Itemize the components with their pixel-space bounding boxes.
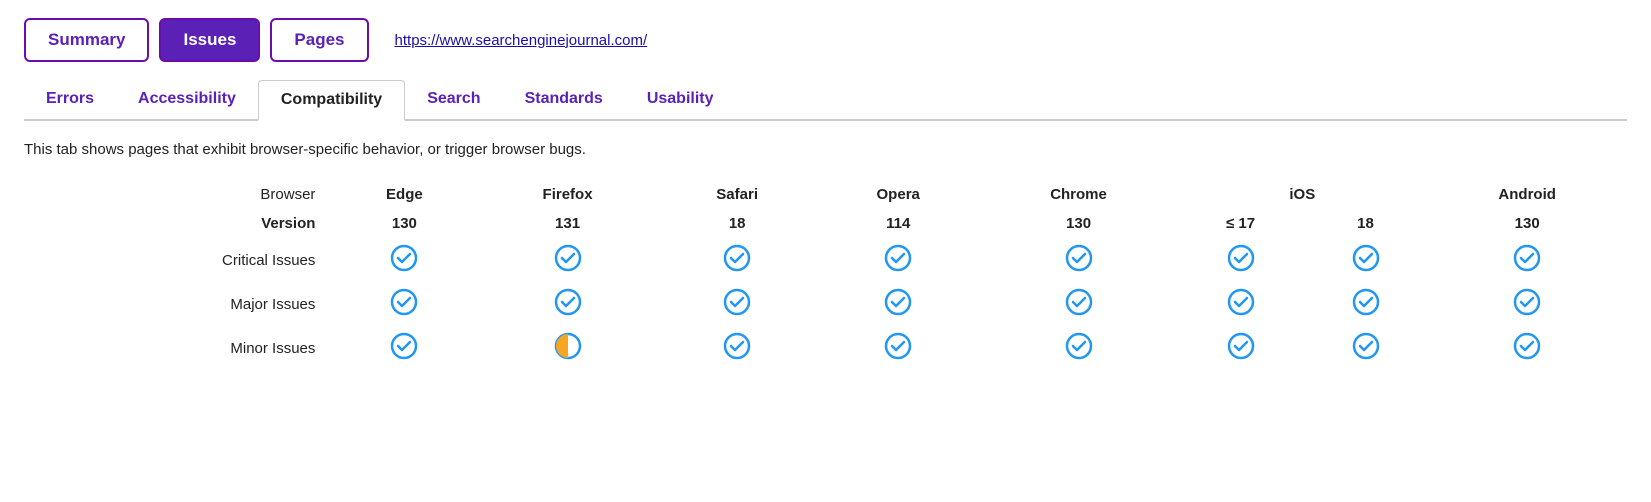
version-label: Version	[24, 209, 331, 238]
browser-chrome: Chrome	[980, 180, 1178, 209]
summary-button[interactable]: Summary	[24, 18, 149, 62]
critical-firefox	[477, 238, 657, 282]
opera-version: 114	[817, 209, 980, 238]
tab-bar: Errors Accessibility Compatibility Searc…	[24, 80, 1627, 121]
tab-compatibility[interactable]: Compatibility	[258, 80, 405, 121]
firefox-version: 131	[477, 209, 657, 238]
critical-edge	[331, 238, 477, 282]
minor-ios-18	[1304, 326, 1428, 370]
major-issues-label: Major Issues	[24, 282, 331, 326]
critical-issues-label: Critical Issues	[24, 238, 331, 282]
browser-col-label: Browser	[24, 180, 331, 209]
top-navigation: Summary Issues Pages https://www.searche…	[24, 18, 1627, 62]
critical-ios-le17	[1177, 238, 1303, 282]
tab-standards[interactable]: Standards	[503, 80, 625, 121]
edge-version: 130	[331, 209, 477, 238]
minor-ios-le17	[1177, 326, 1303, 370]
major-safari	[658, 282, 817, 326]
major-issues-row: Major Issues	[24, 282, 1627, 326]
browser-android: Android	[1427, 180, 1627, 209]
minor-chrome	[980, 326, 1178, 370]
critical-ios-18	[1304, 238, 1428, 282]
minor-issues-label: Minor Issues	[24, 326, 331, 370]
browser-firefox: Firefox	[477, 180, 657, 209]
browser-edge: Edge	[331, 180, 477, 209]
critical-issues-row: Critical Issues	[24, 238, 1627, 282]
major-opera	[817, 282, 980, 326]
tab-description: This tab shows pages that exhibit browse…	[24, 141, 1627, 158]
major-ios-le17	[1177, 282, 1303, 326]
ios-version-18: 18	[1304, 209, 1428, 238]
minor-firefox	[477, 326, 657, 370]
browser-table: Browser Edge Firefox Safari Opera Chrome…	[24, 180, 1627, 370]
site-url[interactable]: https://www.searchenginejournal.com/	[395, 32, 648, 49]
major-android	[1427, 282, 1627, 326]
ios-version-le17: ≤ 17	[1177, 209, 1303, 238]
browser-ios: iOS	[1177, 180, 1427, 209]
tab-accessibility[interactable]: Accessibility	[116, 80, 258, 121]
minor-issues-row: Minor Issues	[24, 326, 1627, 370]
minor-opera	[817, 326, 980, 370]
chrome-version: 130	[980, 209, 1178, 238]
tab-errors[interactable]: Errors	[24, 80, 116, 121]
tab-usability[interactable]: Usability	[625, 80, 736, 121]
critical-android	[1427, 238, 1627, 282]
browser-opera: Opera	[817, 180, 980, 209]
issues-button[interactable]: Issues	[159, 18, 260, 62]
browser-safari: Safari	[658, 180, 817, 209]
critical-opera	[817, 238, 980, 282]
major-edge	[331, 282, 477, 326]
critical-safari	[658, 238, 817, 282]
major-firefox	[477, 282, 657, 326]
tab-search[interactable]: Search	[405, 80, 502, 121]
minor-safari	[658, 326, 817, 370]
major-chrome	[980, 282, 1178, 326]
critical-chrome	[980, 238, 1178, 282]
android-version: 130	[1427, 209, 1627, 238]
minor-android	[1427, 326, 1627, 370]
safari-version: 18	[658, 209, 817, 238]
major-ios-18	[1304, 282, 1428, 326]
minor-edge	[331, 326, 477, 370]
pages-button[interactable]: Pages	[270, 18, 368, 62]
